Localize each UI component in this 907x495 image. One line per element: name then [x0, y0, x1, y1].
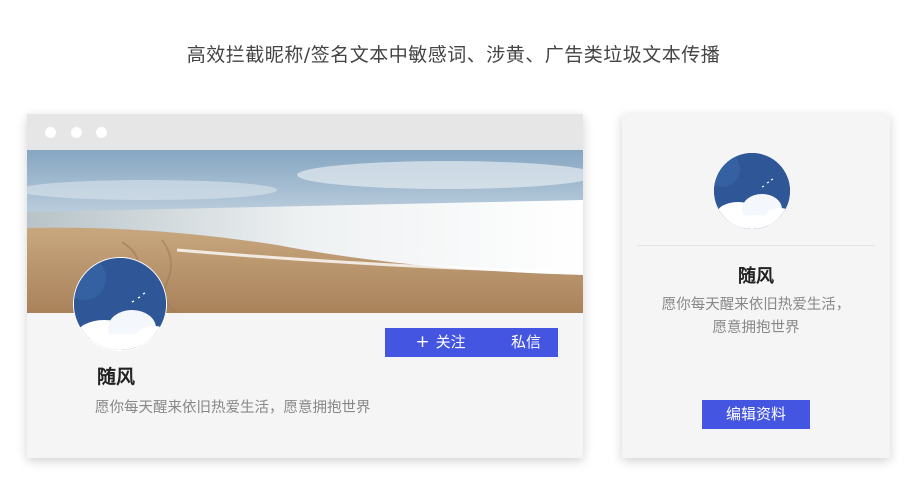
- edit-profile-button[interactable]: 编辑资料: [702, 400, 810, 429]
- profile-signature: 愿你每天醒来依旧热爱生活， 愿意拥抱世界: [642, 294, 870, 340]
- plus-icon: +: [415, 332, 430, 352]
- profile-signature: 愿你每天醒来依旧热爱生活，愿意拥抱世界: [95, 400, 371, 416]
- signature-line: 愿意拥抱世界: [712, 320, 800, 336]
- window-dot: [96, 127, 107, 138]
- profile-card: 随风 愿你每天醒来依旧热爱生活， 愿意拥抱世界 编辑资料: [622, 114, 890, 458]
- window-dot: [71, 127, 82, 138]
- follow-button[interactable]: + 关注: [385, 328, 496, 357]
- divider: [637, 245, 875, 246]
- profile-page-window: + 关注 私信 随风 愿你每天醒来依旧热爱生活，愿意拥抱世界: [27, 114, 583, 458]
- message-button[interactable]: 私信: [494, 328, 558, 357]
- page-heading: 高效拦截昵称/签名文本中敏感词、涉黄、广告类垃圾文本传播: [186, 44, 721, 66]
- profile-name: 随风: [738, 266, 774, 287]
- signature-line: 愿你每天醒来依旧热爱生活，: [661, 297, 851, 313]
- profile-name: 随风: [97, 366, 136, 388]
- avatar[interactable]: [714, 153, 790, 229]
- follow-label: 关注: [435, 333, 466, 351]
- browser-titlebar: [27, 114, 583, 150]
- avatar[interactable]: [73, 257, 167, 351]
- window-dot: [45, 127, 56, 138]
